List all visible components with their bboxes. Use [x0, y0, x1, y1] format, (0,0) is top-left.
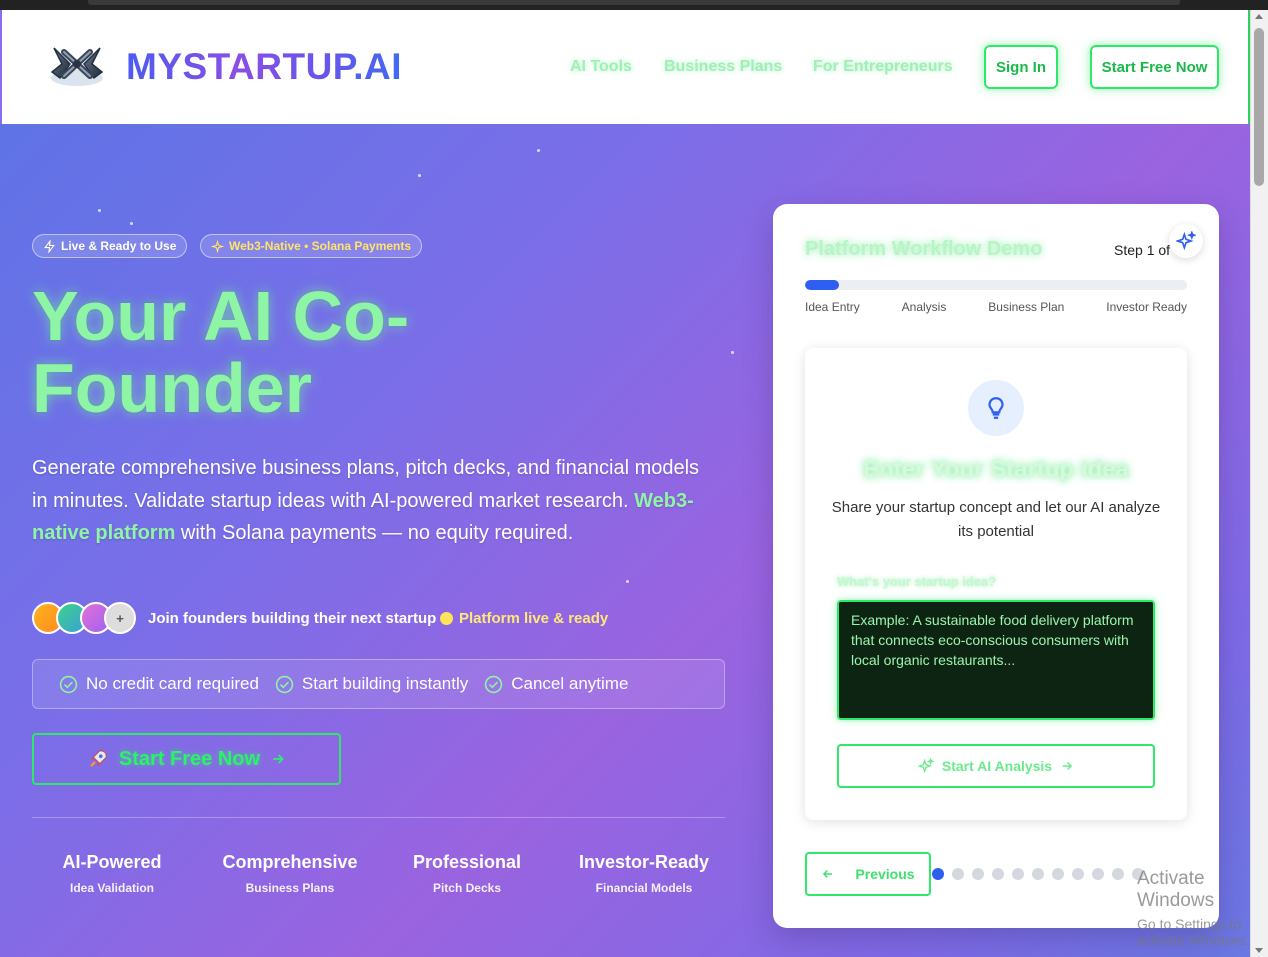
badge-live: Live & Ready to Use: [32, 234, 188, 258]
tab-bar: [88, 0, 1180, 5]
step-dot[interactable]: [1032, 868, 1044, 880]
idea-input-label: What's your startup idea?: [837, 574, 997, 589]
scrollbar-thumb[interactable]: [1254, 28, 1264, 186]
workflow-progress: [805, 280, 1187, 290]
step-dot[interactable]: [932, 868, 944, 880]
progress-fill: [805, 280, 840, 290]
avatar-more: +: [104, 602, 136, 634]
founder-avatars: +: [32, 602, 142, 636]
step-label: Business Plan: [988, 300, 1065, 314]
step-label: Idea Entry: [805, 300, 860, 314]
badge-web3: Web3-Native • Solana Payments: [200, 234, 423, 258]
star-decoration: [537, 149, 540, 152]
benefit-item: Start building instantly: [275, 674, 468, 694]
step-dot[interactable]: [972, 868, 984, 880]
stat-investor-ready: Investor-Ready Financial Models: [578, 852, 710, 895]
start-analysis-button[interactable]: Start AI Analysis: [837, 744, 1155, 788]
lightning-icon: [44, 239, 55, 253]
demo-title: Platform Workflow Demo: [805, 238, 1043, 260]
page-viewport: MYSTARTUP.AI AI Tools Business Plans For…: [0, 10, 1250, 957]
step-dot[interactable]: [1112, 868, 1124, 880]
idea-entry-title: Enter Your Startup Idea: [863, 456, 1129, 483]
start-free-button[interactable]: Start Free Now: [1090, 45, 1219, 89]
live-status: Platform live & ready: [440, 610, 608, 627]
sparkle-icon: [211, 239, 224, 253]
scroll-up-icon[interactable]: [1255, 14, 1263, 19]
star-decoration: [731, 351, 734, 354]
nav-business-plans[interactable]: Business Plans: [664, 58, 782, 76]
star-decoration: [98, 209, 101, 212]
step-dot[interactable]: [1052, 868, 1064, 880]
step-dot[interactable]: [1072, 868, 1084, 880]
sign-in-button[interactable]: Sign In: [984, 45, 1058, 89]
arrow-right-icon: [273, 754, 284, 764]
step-label: Investor Ready: [1106, 300, 1187, 314]
stat-ai-powered: AI-Powered Idea Validation: [62, 852, 162, 895]
arrow-left-icon: [823, 869, 833, 879]
nav-for-entrepreneurs[interactable]: For Entrepreneurs: [813, 58, 953, 76]
star-decoration: [626, 580, 629, 583]
star-decoration: [130, 222, 133, 225]
benefits-bar: No credit card required Start building i…: [32, 659, 725, 709]
lightbulb-icon: [968, 380, 1024, 436]
star-decoration: [418, 174, 421, 177]
logo-icon[interactable]: [46, 38, 108, 90]
step-dot[interactable]: [1012, 868, 1024, 880]
step-indicator: Step 1 of: [1114, 242, 1171, 258]
scroll-down-icon[interactable]: [1255, 948, 1263, 953]
hero-start-free-button[interactable]: Start Free Now: [32, 733, 341, 785]
workflow-demo-card: Platform Workflow Demo Step 1 of Idea En…: [773, 204, 1219, 928]
step-label: Analysis: [901, 300, 947, 314]
browser-top-strip: [0, 0, 1268, 10]
benefit-item: Cancel anytime: [484, 674, 628, 694]
sparkle-button[interactable]: [1169, 224, 1203, 258]
status-dot-icon: [440, 612, 453, 625]
join-text: Join founders building their next startu…: [148, 610, 437, 627]
divider: [32, 817, 725, 818]
hero-description: Generate comprehensive business plans, p…: [32, 457, 700, 544]
step-dot[interactable]: [992, 868, 1004, 880]
arrow-right-icon: [1063, 761, 1073, 771]
check-circle-icon: [59, 675, 78, 693]
site-header: MYSTARTUP.AI AI Tools Business Plans For…: [0, 10, 1250, 124]
step-dots: [932, 868, 1144, 880]
sparkle-icon: [1176, 231, 1196, 251]
benefit-item: No credit card required: [59, 674, 259, 694]
stat-comprehensive: Comprehensive Business Plans: [222, 852, 358, 895]
nav-ai-tools[interactable]: AI Tools: [570, 58, 632, 76]
check-circle-icon: [485, 675, 503, 693]
check-circle-icon: [275, 675, 294, 693]
sparkle-icon: [917, 758, 934, 774]
workflow-steps: Idea Entry Analysis Business Plan Invest…: [805, 300, 1187, 314]
idea-entry-description: Share your startup concept and let our A…: [831, 499, 1161, 540]
hero-title: Your AI Co-Founder: [32, 277, 410, 427]
windows-activation-watermark: Activate Windows Go to Settings to activ…: [1137, 868, 1250, 948]
idea-entry-panel: Enter Your Startup Idea Share your start…: [805, 348, 1187, 820]
vertical-scrollbar[interactable]: [1250, 10, 1268, 957]
rocket-icon: [90, 750, 107, 767]
step-dot[interactable]: [952, 868, 964, 880]
step-dot[interactable]: [1092, 868, 1104, 880]
previous-button[interactable]: Previous: [805, 852, 931, 896]
brand-name[interactable]: MYSTARTUP.AI: [126, 46, 402, 88]
stat-professional: Professional Pitch Decks: [412, 852, 522, 895]
idea-textarea[interactable]: Example: A sustainable food delivery pla…: [837, 600, 1155, 720]
